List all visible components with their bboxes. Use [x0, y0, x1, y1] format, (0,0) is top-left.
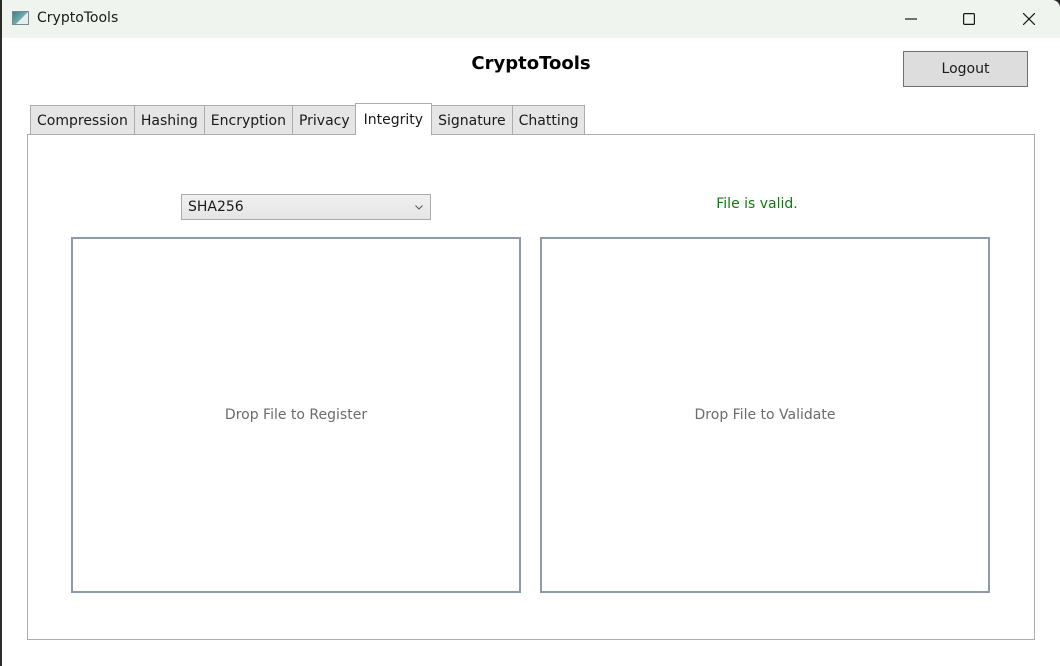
tab-hashing[interactable]: Hashing: [133, 105, 205, 135]
tab-integrity[interactable]: Integrity: [354, 103, 433, 135]
app-window: CryptoTools CryptoTools Logout Compressi…: [2, 0, 1060, 666]
tab-signature[interactable]: Signature: [431, 105, 513, 135]
minimize-icon: [905, 18, 917, 20]
tab-privacy[interactable]: Privacy: [291, 105, 357, 135]
hash-algorithm-select[interactable]: SHA256: [181, 194, 431, 220]
maximize-icon: [963, 13, 975, 25]
close-icon: [1023, 13, 1035, 25]
tab-bar: Compression Hashing Encryption Privacy I…: [30, 103, 586, 135]
chevron-down-icon: [408, 204, 430, 210]
hash-algorithm-value: SHA256: [188, 199, 244, 215]
validate-drop-label: Drop File to Validate: [694, 407, 836, 423]
close-button[interactable]: [1000, 0, 1058, 38]
title-bar[interactable]: CryptoTools: [2, 0, 1060, 38]
logout-button[interactable]: Logout: [903, 51, 1028, 87]
validate-drop-zone[interactable]: Drop File to Validate: [540, 237, 990, 593]
minimize-button[interactable]: [882, 0, 940, 38]
page-title: CryptoTools: [471, 53, 591, 74]
tab-compression[interactable]: Compression: [30, 105, 135, 135]
window-title: CryptoTools: [37, 10, 119, 26]
app-icon: [12, 11, 29, 25]
tab-chatting[interactable]: Chatting: [511, 105, 586, 135]
tab-encryption[interactable]: Encryption: [203, 105, 293, 135]
register-drop-label: Drop File to Register: [224, 407, 368, 423]
validation-status: File is valid.: [716, 196, 798, 212]
maximize-button[interactable]: [940, 0, 998, 38]
register-drop-zone[interactable]: Drop File to Register: [71, 237, 521, 593]
